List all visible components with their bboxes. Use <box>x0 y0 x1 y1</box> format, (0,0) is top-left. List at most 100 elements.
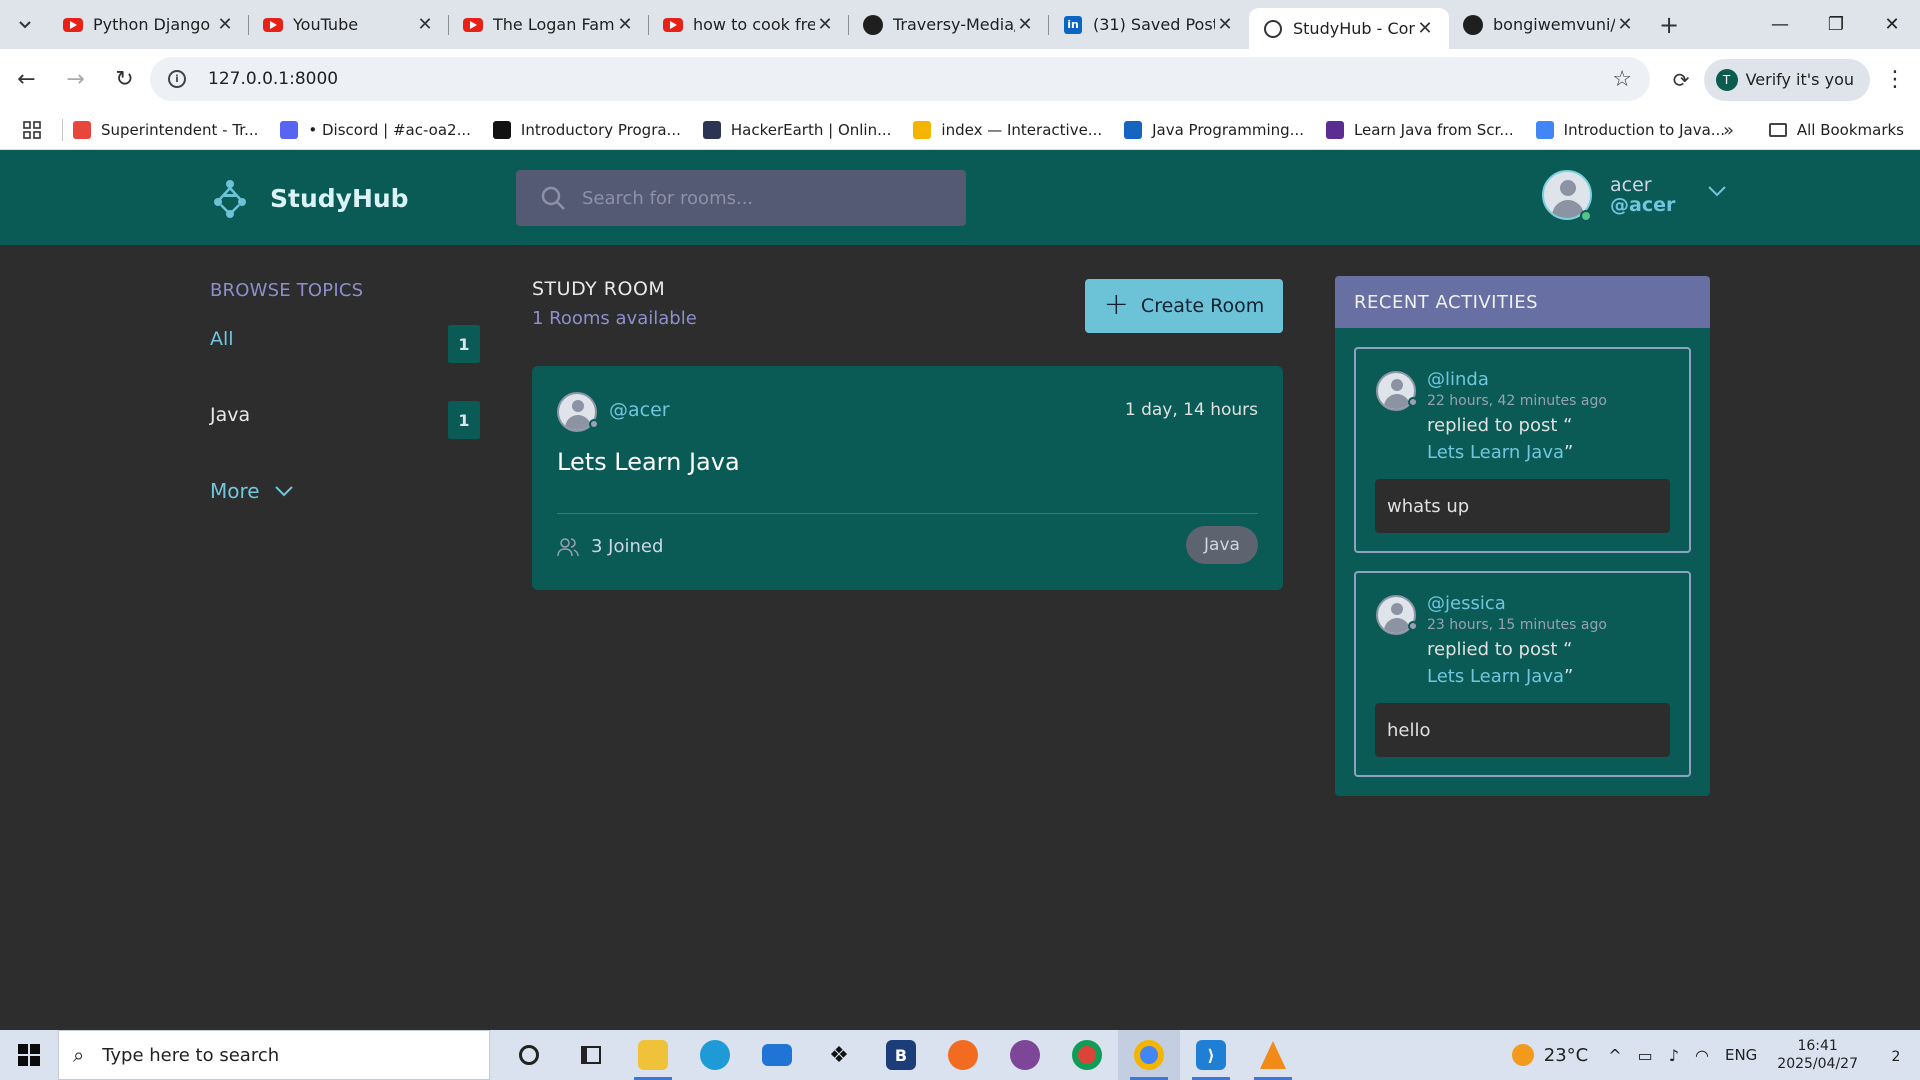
chrome-icon[interactable] <box>1056 1030 1118 1080</box>
browser-tab[interactable]: Traversy-Media/ ✕ <box>849 0 1049 49</box>
chevron-down-icon <box>274 486 293 497</box>
browser-tab-active[interactable]: StudyHub - Con ✕ <box>1249 8 1449 49</box>
close-tab-icon[interactable]: ✕ <box>1215 14 1235 35</box>
close-tab-icon[interactable]: ✕ <box>1615 14 1635 35</box>
tor-browser-icon[interactable] <box>994 1030 1056 1080</box>
room-topic-tag[interactable]: Java <box>1186 526 1258 564</box>
topic-count-badge: 1 <box>448 401 480 439</box>
bing-b-icon[interactable]: B <box>870 1030 932 1080</box>
room-title[interactable]: Lets Learn Java <box>557 448 740 476</box>
new-tab-button[interactable]: + <box>1649 0 1689 49</box>
room-search[interactable] <box>516 170 966 226</box>
user-name: acer <box>1610 174 1652 196</box>
mail-icon[interactable] <box>746 1030 808 1080</box>
room-host[interactable]: @acer <box>609 399 670 421</box>
topic-label[interactable]: All <box>210 328 234 350</box>
bookmark-item[interactable]: Introduction to Java... <box>1535 120 1725 139</box>
windows-icon <box>18 1044 40 1066</box>
minimize-icon[interactable]: — <box>1752 0 1808 49</box>
topic-item-java[interactable]: Java 1 <box>210 377 480 453</box>
chevron-down-icon[interactable] <box>1707 185 1727 197</box>
close-window-icon[interactable]: ✕ <box>1864 0 1920 49</box>
more-topics-button[interactable]: More <box>210 453 480 529</box>
bookmark-item[interactable]: index — Interactive... <box>913 120 1102 139</box>
input-language[interactable]: ENG <box>1725 1046 1757 1064</box>
github-icon <box>863 14 883 35</box>
address-bar[interactable]: i 127.0.0.1:8000 ☆ <box>150 57 1650 101</box>
browser-tab[interactable]: The Logan Famil ✕ <box>449 0 649 49</box>
cortana-icon[interactable] <box>498 1030 560 1080</box>
activity-post-link[interactable]: Lets Learn Java” <box>1427 666 1573 687</box>
bookmark-item[interactable]: • Discord | #ac-oa2... <box>280 120 471 139</box>
reload-icon[interactable]: ↻ <box>102 57 147 102</box>
close-tab-icon[interactable]: ✕ <box>415 14 435 35</box>
browser-tab[interactable]: how to cook fres ✕ <box>649 0 849 49</box>
bookmark-item[interactable]: Learn Java from Scr... <box>1325 120 1514 139</box>
tab-search-button[interactable] <box>0 0 49 49</box>
task-view-icon[interactable] <box>560 1030 622 1080</box>
back-icon[interactable]: ← <box>4 57 49 102</box>
bookmark-star-icon[interactable]: ☆ <box>1612 67 1632 92</box>
create-room-button[interactable]: + Create Room <box>1085 279 1283 333</box>
bookmark-item[interactable]: HackerEarth | Onlin... <box>702 120 891 139</box>
verify-profile-button[interactable]: T Verify it's you <box>1703 58 1870 101</box>
browser-tab[interactable]: Python Django 7 ✕ <box>49 0 249 49</box>
activity-message: hello <box>1375 703 1670 757</box>
topic-label[interactable]: Java <box>210 404 250 426</box>
menu-kebab-icon[interactable]: ⋮ <box>1880 67 1910 92</box>
weather-widget[interactable]: 23°C <box>1511 1044 1588 1066</box>
post-title[interactable]: Lets Learn Java <box>1427 442 1564 463</box>
browser-toolbar: ← → ↻ i 127.0.0.1:8000 ☆ ⟳ T Verify it's… <box>0 49 1920 110</box>
user-menu[interactable]: acer @acer <box>1542 170 1727 222</box>
notification-center-icon[interactable]: 2 <box>1876 1045 1916 1066</box>
extension-icon[interactable]: ⟳ <box>1659 57 1704 102</box>
restore-icon[interactable]: ❐ <box>1808 0 1864 49</box>
vscode-icon[interactable]: ⟩ <box>1180 1030 1242 1080</box>
battery-icon[interactable]: ▭ <box>1638 1046 1653 1065</box>
taskbar-search-input[interactable] <box>102 1044 403 1066</box>
activity-user[interactable]: @jessica <box>1427 593 1506 614</box>
vlc-icon[interactable] <box>1242 1030 1304 1080</box>
search-input[interactable] <box>582 187 942 209</box>
show-hidden-icons-icon[interactable]: ^ <box>1608 1046 1621 1065</box>
close-tab-icon[interactable]: ✕ <box>1415 18 1435 39</box>
more-bookmarks-icon[interactable]: » <box>1723 110 1734 150</box>
apps-grid-icon[interactable] <box>12 110 52 150</box>
post-title[interactable]: Lets Learn Java <box>1427 666 1564 687</box>
browser-tab[interactable]: bongiwemvuni/ ✕ <box>1449 0 1649 49</box>
activity-user[interactable]: @linda <box>1427 369 1489 390</box>
dropbox-icon[interactable]: ❖ <box>808 1030 870 1080</box>
close-tab-icon[interactable]: ✕ <box>1015 14 1035 35</box>
room-card[interactable]: @acer 1 day, 14 hours Lets Learn Java 3 … <box>532 366 1283 590</box>
forward-icon[interactable]: → <box>53 57 98 102</box>
url-text[interactable]: 127.0.0.1:8000 <box>208 69 338 89</box>
tab-title: YouTube <box>293 15 359 34</box>
more-label: More <box>210 479 260 503</box>
browser-tab[interactable]: YouTube ✕ <box>249 0 449 49</box>
all-bookmarks-button[interactable]: All Bookmarks <box>1768 110 1904 150</box>
app-name: StudyHub <box>270 183 409 213</box>
clock[interactable]: 16:41 2025/04/27 <box>1777 1037 1858 1073</box>
volume-icon[interactable]: ♪ <box>1669 1046 1679 1065</box>
bookmark-label: Learn Java from Scr... <box>1353 120 1514 139</box>
bookmark-item[interactable]: Introductory Progra... <box>492 120 681 139</box>
site-info-icon[interactable]: i <box>168 70 186 88</box>
file-explorer-icon[interactable] <box>622 1030 684 1080</box>
bookmark-item[interactable]: Superintendent - Tr... <box>73 120 258 139</box>
activity-action: replied to post “ <box>1427 415 1573 436</box>
bookmark-item[interactable]: Java Programming... <box>1124 120 1304 139</box>
taskbar-search[interactable]: ⌕ <box>58 1030 490 1080</box>
activity-post-link[interactable]: Lets Learn Java” <box>1427 442 1573 463</box>
edge-icon[interactable] <box>684 1030 746 1080</box>
bookmarks-bar: Superintendent - Tr... • Discord | #ac-oa… <box>0 110 1920 150</box>
chrome-active-icon[interactable] <box>1118 1030 1180 1080</box>
browser-tab[interactable]: in (31) Saved Posts ✕ <box>1049 0 1249 49</box>
start-button[interactable] <box>0 1030 58 1080</box>
close-tab-icon[interactable]: ✕ <box>615 14 635 35</box>
wifi-icon[interactable]: ◠ <box>1695 1046 1709 1065</box>
close-tab-icon[interactable]: ✕ <box>215 14 235 35</box>
close-tab-icon[interactable]: ✕ <box>815 14 835 35</box>
topic-item-all[interactable]: All 1 <box>210 301 480 377</box>
app-logo[interactable]: StudyHub <box>208 176 409 220</box>
firefox-icon[interactable] <box>932 1030 994 1080</box>
